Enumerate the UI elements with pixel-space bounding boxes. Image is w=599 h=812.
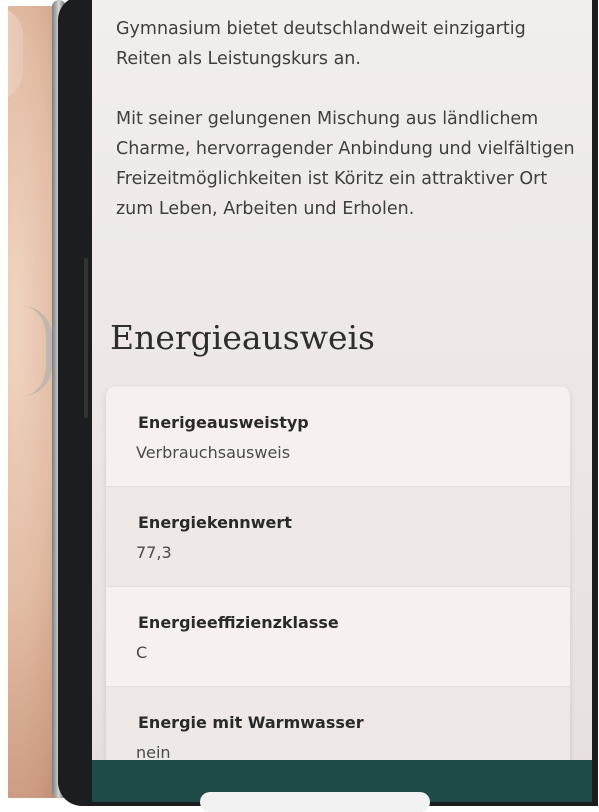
energy-card: Enerigeausweistyp Verbrauchsausweis Ener… (106, 386, 570, 790)
ring (8, 306, 52, 396)
energy-label: Energiekennwert (138, 513, 292, 532)
energy-label: Energieeffizienzklasse (138, 613, 339, 632)
intro-text: Gymnasium bietet deutschlandweit einziga… (116, 14, 586, 254)
intro-paragraph-1: Gymnasium bietet deutschlandweit einziga… (116, 19, 526, 69)
section-title: Energieausweis (110, 318, 375, 357)
energy-row-kennwert: Energiekennwert 77,3 (106, 486, 570, 587)
thumbnail (8, 6, 23, 101)
energy-row-klasse: Energieeffizienzklasse C (106, 586, 570, 687)
intro-paragraph-2: Mit seiner gelungenen Mischung aus ländl… (116, 109, 575, 219)
energy-value: Verbrauchsausweis (136, 443, 291, 462)
phone-screen: Gymnasium bietet deutschlandweit einziga… (92, 0, 592, 790)
energy-label: Energie mit Warmwasser (138, 713, 364, 732)
energy-label: Enerigeausweistyp (138, 413, 309, 432)
energy-row-type: Enerigeausweistyp Verbrauchsausweis (106, 386, 570, 487)
energy-value: 77,3 (136, 543, 172, 562)
phone-side-button (84, 258, 88, 418)
bottom-action-pill[interactable] (200, 792, 430, 812)
energy-value: C (136, 643, 148, 662)
